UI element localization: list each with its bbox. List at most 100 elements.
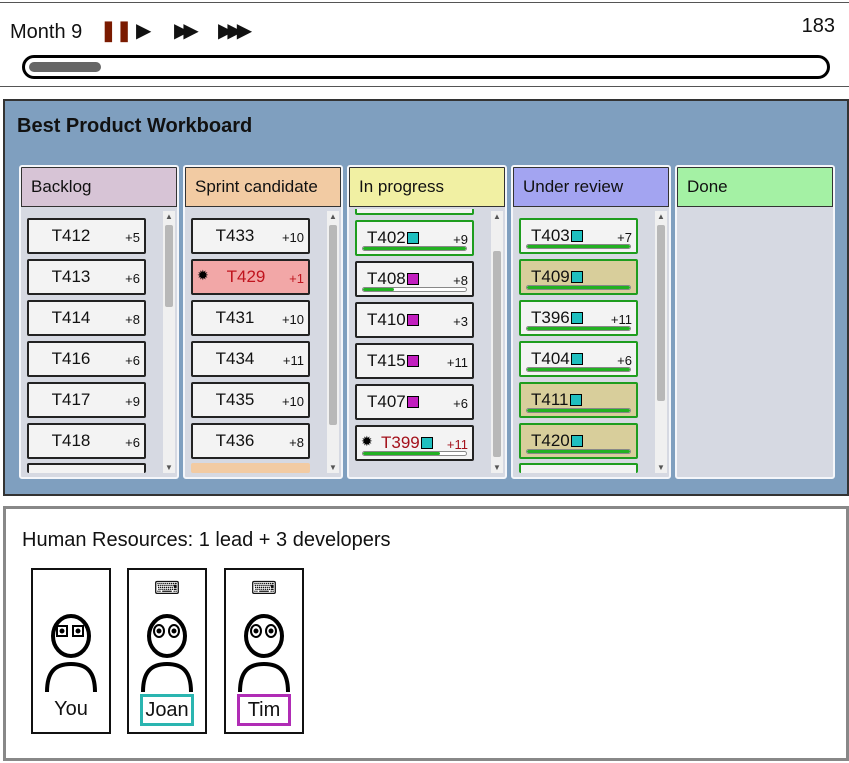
- assignee-color-icon: [570, 312, 583, 324]
- task-id: T420: [531, 431, 583, 451]
- task-points: +8: [289, 435, 304, 450]
- task-points: +7: [617, 230, 632, 245]
- person-card[interactable]: ⌨ Tim: [224, 568, 304, 734]
- task-card[interactable]: T435 +10: [191, 382, 310, 418]
- month-label: Month 9: [10, 21, 83, 43]
- task-id: T403: [531, 226, 583, 246]
- task-id: T413: [51, 267, 91, 286]
- task-card[interactable]: T411: [519, 382, 638, 418]
- card-partial[interactable]: [191, 463, 310, 473]
- person-card[interactable]: You: [31, 568, 111, 734]
- task-card[interactable]: T402 +9: [355, 220, 474, 256]
- task-id: T434: [215, 349, 255, 368]
- task-points: +6: [453, 396, 468, 411]
- task-card[interactable]: T436 +8: [191, 423, 310, 459]
- task-card[interactable]: T409: [519, 259, 638, 295]
- task-points: +5: [125, 230, 140, 245]
- task-card[interactable]: T418 +6: [27, 423, 146, 459]
- under-review-scrollbar[interactable]: ▲ ▼: [655, 211, 667, 473]
- task-card[interactable]: T414 +8: [27, 300, 146, 336]
- task-points: +9: [453, 232, 468, 247]
- task-card[interactable]: T407 +6: [355, 384, 474, 420]
- assignee-color-icon: [406, 314, 419, 326]
- task-card[interactable]: T415 +11: [355, 343, 474, 379]
- task-points: +11: [282, 353, 304, 368]
- task-card[interactable]: T416 +6: [27, 341, 146, 377]
- task-points: +10: [281, 312, 304, 327]
- task-progress-bar: [526, 285, 631, 290]
- task-card[interactable]: ✹ T429 +1: [191, 259, 310, 295]
- column-backlog: Backlog T418 +6 T417 +9 T416 +6 T414 +8 T413 +6 T4…: [19, 165, 179, 479]
- task-card[interactable]: T404 +6: [519, 341, 638, 377]
- task-points: +11: [610, 312, 632, 327]
- task-card[interactable]: ✹ T399 +11: [355, 425, 474, 461]
- assignee-color-icon: [420, 437, 433, 449]
- task-points: +6: [617, 353, 632, 368]
- column-body-under-review: T420 T411 T404 +6 T396 +11 T409 T403 +7 ▲ ▼: [513, 209, 669, 477]
- assignee-color-icon: [406, 273, 419, 285]
- task-card[interactable]: T434 +11: [191, 341, 310, 377]
- keyboard-icon: ⌨: [154, 578, 180, 598]
- task-id: T411: [531, 390, 582, 410]
- person-card[interactable]: ⌨ Joan: [127, 568, 207, 734]
- task-id: T435: [215, 390, 255, 409]
- task-points: +11: [446, 437, 468, 452]
- task-id: T414: [51, 308, 91, 327]
- task-id: T429: [226, 267, 266, 286]
- card-partial[interactable]: [355, 209, 474, 215]
- task-progress-fill: [363, 288, 394, 291]
- task-card[interactable]: T431 +10: [191, 300, 310, 336]
- column-body-backlog: T418 +6 T417 +9 T416 +6 T414 +8 T413 +6 T412 +5 ▲ ▼: [21, 209, 177, 477]
- task-id: T415: [367, 351, 419, 371]
- task-progress-bar: [362, 451, 467, 456]
- task-progress-bar: [526, 326, 631, 331]
- card-partial[interactable]: [27, 463, 146, 473]
- fastest-forward-icon[interactable]: ▶▶▶: [218, 19, 252, 43]
- task-card[interactable]: T408 +8: [355, 261, 474, 297]
- task-card[interactable]: T420: [519, 423, 638, 459]
- task-points: +8: [453, 273, 468, 288]
- card-partial[interactable]: [519, 463, 638, 473]
- task-id: T431: [215, 308, 255, 327]
- task-points: +6: [125, 435, 140, 450]
- task-progress-bar: [526, 408, 631, 413]
- task-progress-fill: [527, 327, 630, 330]
- assignee-color-icon: [406, 232, 419, 244]
- task-card[interactable]: T413 +6: [27, 259, 146, 295]
- task-points: +6: [125, 271, 140, 286]
- task-id: T408: [367, 269, 419, 289]
- column-header-sprint-candidate: Sprint candidate: [185, 167, 341, 207]
- play-icon[interactable]: ▶: [136, 19, 151, 43]
- task-progress-bar: [526, 449, 631, 454]
- sprint-scrollbar[interactable]: ▲ ▼: [327, 211, 339, 473]
- column-header-done: Done: [677, 167, 833, 207]
- task-progress-fill: [527, 245, 630, 248]
- in-progress-scrollbar[interactable]: ▲ ▼: [491, 211, 503, 473]
- task-card[interactable]: T403 +7: [519, 218, 638, 254]
- task-card[interactable]: T417 +9: [27, 382, 146, 418]
- assignee-color-icon: [569, 394, 582, 406]
- person-avatar-icon: [141, 614, 193, 692]
- assignee-color-icon: [406, 355, 419, 367]
- task-card[interactable]: T396 +11: [519, 300, 638, 336]
- fast-forward-icon[interactable]: ▶▶: [174, 19, 199, 43]
- month-progress-fill: [29, 62, 101, 72]
- pause-icon[interactable]: ❚❚: [100, 19, 133, 43]
- column-header-backlog: Backlog: [21, 167, 177, 207]
- task-id: T404: [531, 349, 583, 369]
- task-points: +11: [446, 355, 468, 370]
- assignee-color-icon: [570, 230, 583, 242]
- task-points: +8: [125, 312, 140, 327]
- bug-icon: ✹: [197, 267, 209, 283]
- person-name: You: [54, 698, 88, 720]
- task-id: T436: [215, 431, 255, 450]
- task-card[interactable]: T412 +5: [27, 218, 146, 254]
- task-progress-fill: [527, 286, 630, 289]
- money-counter: 183: [801, 15, 835, 37]
- task-id: T417: [51, 390, 91, 409]
- backlog-scrollbar[interactable]: ▲ ▼: [163, 211, 175, 473]
- task-card[interactable]: T433 +10: [191, 218, 310, 254]
- task-progress-fill: [527, 409, 630, 412]
- assignee-color-icon: [570, 353, 583, 365]
- task-card[interactable]: T410 +3: [355, 302, 474, 338]
